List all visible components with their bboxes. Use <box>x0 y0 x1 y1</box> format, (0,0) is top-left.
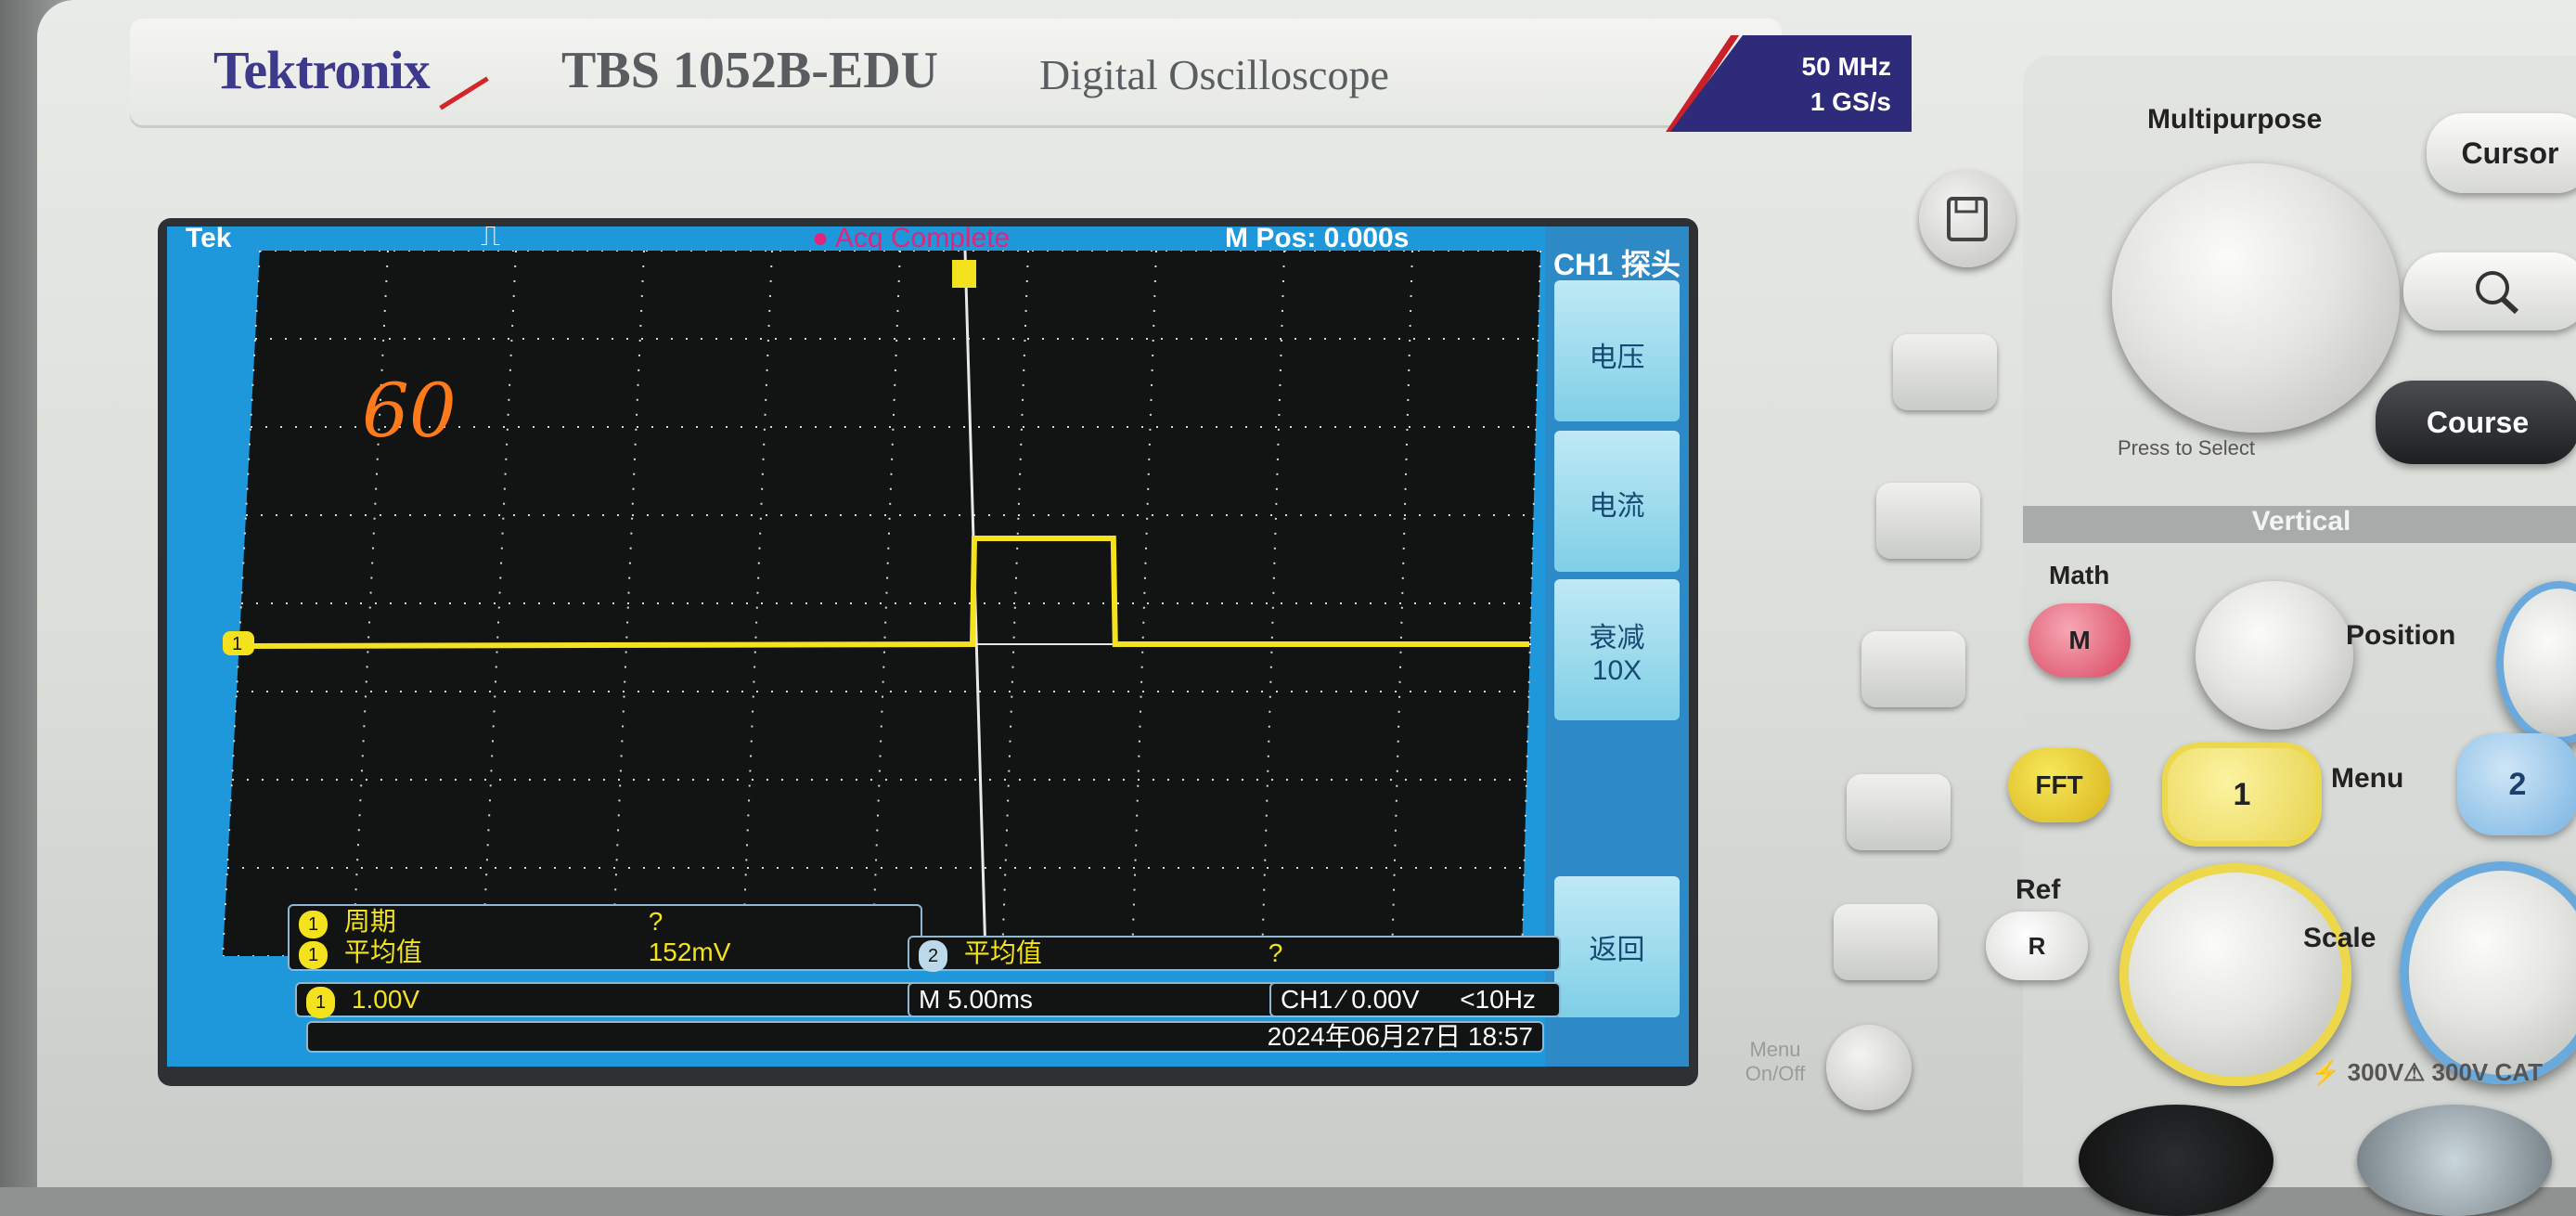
menu-item-current[interactable]: 电流 <box>1554 431 1680 572</box>
datetime-bar: 2024年06月27日 18:57 <box>306 1021 1544 1053</box>
menu-onoff-label: Menu On/Off <box>1745 1038 1806 1085</box>
sample-rate-label: 1 GS/s <box>1810 87 1891 116</box>
logo-accent <box>439 76 489 110</box>
ch1-mean-row: 1 平均值 152mV <box>299 938 911 969</box>
fft-button[interactable]: FFT <box>2008 748 2110 822</box>
ch2-badge: 2 <box>919 940 948 972</box>
ch1-ground-marker-label: 1 <box>232 634 242 654</box>
trigger-readout: CH1 ∕ 0.00V <10Hz <box>1269 982 1561 1017</box>
trigger-type-icon: ⎍ <box>481 226 500 252</box>
softkey-2[interactable] <box>1876 483 1980 559</box>
trigger-position-marker <box>952 260 976 288</box>
magnifier-icon <box>2476 271 2519 315</box>
ch1-period-row: 1 周期 ? <box>299 908 911 938</box>
cursor-button[interactable]: Cursor <box>2427 113 2576 193</box>
ch1-badge: 1 <box>299 941 328 969</box>
menu-item-voltage-label: 电压 <box>1589 343 1645 373</box>
ch1-position-knob[interactable] <box>2196 581 2353 730</box>
product-subtitle: Digital Oscilloscope <box>1039 51 1389 98</box>
vertical-label: Vertical <box>2251 506 2351 537</box>
menu-item-back[interactable]: 返回 <box>1554 876 1680 1017</box>
ref-button-label: R <box>2028 932 2046 960</box>
menu-item-attenuation-value: 10X <box>1591 655 1642 686</box>
ch1-badge: 1 <box>299 911 328 938</box>
ch2-menu-button-label: 2 <box>2508 767 2527 802</box>
ch1-badge: 1 <box>306 987 336 1018</box>
scale-label: Scale <box>2303 923 2376 953</box>
math-label: Math <box>2049 561 2110 589</box>
softkey-3[interactable] <box>1861 631 1965 707</box>
handwritten-note: 60 <box>362 368 457 454</box>
brand-strip: Tektronix TBS 1052B-EDU Digital Oscillos… <box>130 19 1912 132</box>
menu-onoff-button[interactable] <box>1826 1025 1912 1110</box>
ch1-scale: 1.00V <box>351 985 420 1014</box>
spec-badge: 50 MHz 1 GS/s <box>1670 35 1912 132</box>
ref-button[interactable]: R <box>1986 912 2088 980</box>
save-icon <box>1947 197 1988 241</box>
menu-item-current-label: 电流 <box>1589 491 1645 522</box>
ch2-measurements: 2 平均值 ? <box>908 936 1561 972</box>
acq-status-text: Acq Complete <box>834 226 1011 253</box>
ch1-scale-knob[interactable] <box>2119 863 2351 1086</box>
ch1-menu-button[interactable]: 1 <box>2162 743 2322 847</box>
ch1-mean-label: 平均值 <box>343 938 422 966</box>
cat-rating-ch1-value: 300V <box>2347 1058 2404 1086</box>
fft-button-label: FFT <box>2035 770 2083 799</box>
trigger-frequency: <10Hz <box>1460 985 1536 1014</box>
timebase-readout: M 5.00ms <box>908 982 1282 1017</box>
multipurpose-label: Multipurpose <box>2147 104 2323 135</box>
oscilloscope-screen: Tek ⎍ ● Acq Complete M Pos: 0.000s 1 60 … <box>167 226 1689 1067</box>
ch2-mean-value: ? <box>1268 938 1283 967</box>
softkey-4[interactable] <box>1847 774 1951 850</box>
cat-rating-ch2: ⚠ 300V CAT <box>2403 1058 2543 1086</box>
menu-label: Menu <box>2331 763 2404 794</box>
tektronix-logo: Tektronix <box>213 40 431 100</box>
ch1-measurements: 1 周期 ? 1 平均值 152mV <box>288 904 922 971</box>
waveform-graticule: 1 60 <box>222 251 1541 956</box>
ch2-bnc-connector[interactable] <box>2357 1105 2552 1216</box>
cat-rating-ch2-value: 300V CAT <box>2431 1058 2543 1086</box>
save-button[interactable] <box>1919 171 2016 267</box>
ch2-mean-label: 平均值 <box>963 938 1042 967</box>
model-name: TBS 1052B-EDU <box>561 42 939 99</box>
ch1-scale-readout: 1 1.00V <box>295 982 921 1018</box>
course-button[interactable]: Course <box>2376 381 2576 464</box>
course-label: Course <box>2426 406 2530 439</box>
ch1-bnc-connector[interactable] <box>2079 1105 2273 1216</box>
menu-item-attenuation-label: 衰减 <box>1589 623 1645 653</box>
menu-item-voltage[interactable]: 电压 <box>1554 280 1680 421</box>
menu-item-empty[interactable] <box>1554 728 1680 869</box>
zoom-button[interactable] <box>2403 252 2576 330</box>
multipurpose-knob[interactable] <box>2112 163 2400 433</box>
math-button[interactable]: M <box>2029 603 2131 678</box>
softkey-1[interactable] <box>1893 334 1997 410</box>
side-menu-panel: CH1 探头 电压 电流 衰减 10X 返回 <box>1545 226 1689 1067</box>
menu-item-back-label: 返回 <box>1589 935 1645 965</box>
bandwidth-label: 50 MHz <box>1801 52 1891 81</box>
datetime: 2024年06月27日 18:57 <box>1267 1022 1533 1051</box>
vertical-section-header: Vertical <box>2023 506 2576 543</box>
ch1-period-value: ? <box>648 907 663 936</box>
math-button-label: M <box>2068 626 2091 654</box>
menu-title: CH1 探头 <box>1553 248 1681 281</box>
ch1-mean-value: 152mV <box>648 938 731 966</box>
ch1-menu-button-label: 1 <box>2233 777 2251 812</box>
press-to-select-label: Press to Select <box>2118 436 2255 459</box>
position-label: Position <box>2346 620 2456 651</box>
trigger-level: CH1 ∕ 0.00V <box>1281 985 1420 1014</box>
softkey-5[interactable] <box>1834 904 1938 980</box>
cursor-label: Cursor <box>2461 136 2559 170</box>
cat-rating-ch1: ⚡ 300V <box>2311 1058 2404 1086</box>
ch2-menu-button[interactable]: 2 <box>2457 733 2576 835</box>
ch1-period-label: 周期 <box>343 907 396 936</box>
ref-label: Ref <box>2016 874 2061 905</box>
menu-item-attenuation[interactable]: 衰减 10X <box>1554 579 1680 720</box>
